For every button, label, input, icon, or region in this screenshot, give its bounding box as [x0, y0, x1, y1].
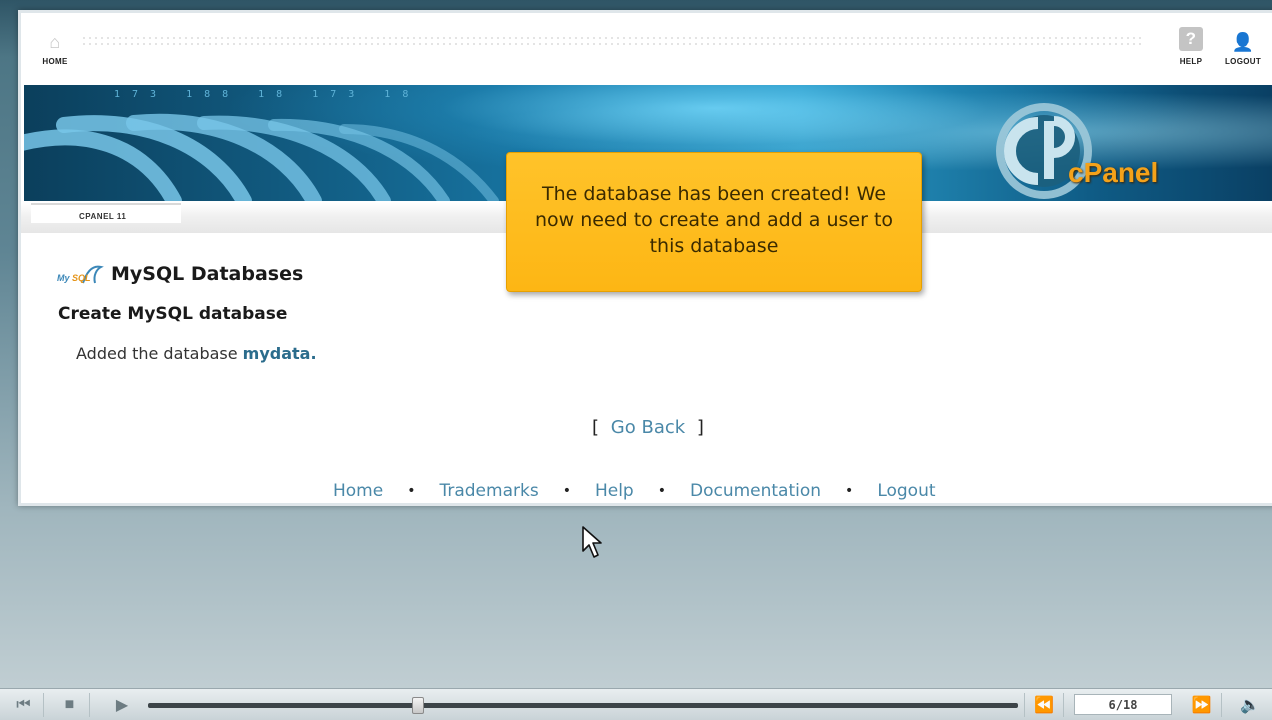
volume-button[interactable]: 🔈 [1230, 693, 1270, 717]
mouse-pointer-icon [582, 526, 602, 558]
top-navigation-bar: ⌂ HOME ? HELP 👤 LOGOUT [21, 13, 1272, 85]
page-title-row: My SQL MySQL Databases [57, 261, 303, 287]
banner-numbers: 173 188 18 173 18 [114, 89, 421, 100]
help-nav-button[interactable]: ? HELP [1173, 27, 1209, 66]
footer-link-home[interactable]: Home [333, 481, 383, 501]
footer-separator: • [562, 483, 571, 499]
video-player-controls: ⏮ ■ ▶ ⏪ 6/18 ⏩ 🔈 [0, 688, 1272, 720]
bracket-open: [ [592, 417, 600, 438]
stop-icon: ■ [64, 696, 75, 713]
mysql-logo-text-my: My [57, 273, 70, 283]
footer-link-help[interactable]: Help [595, 481, 634, 501]
network-cables-graphic [24, 113, 499, 201]
next-slide-button[interactable]: ⏩ [1182, 693, 1222, 717]
play-icon: ▶ [115, 697, 129, 714]
result-suffix: . [310, 344, 317, 363]
tutorial-callout: The database has been created! We now ne… [506, 152, 922, 292]
footer-links: Home • Trademarks • Help • Documentation… [333, 481, 936, 501]
cpanel-brand-text: cPanel [1068, 157, 1159, 188]
go-back-link[interactable]: Go Back [611, 417, 685, 438]
footer-separator: • [407, 483, 416, 499]
logout-nav-button[interactable]: 👤 LOGOUT [1221, 33, 1265, 66]
skip-start-icon: ⏮ [16, 696, 31, 713]
mysql-logo-text-sql: SQL [72, 273, 91, 283]
logout-nav-label: LOGOUT [1224, 57, 1262, 66]
footer-link-documentation[interactable]: Documentation [690, 481, 821, 501]
mysql-logo-icon: My SQL [57, 261, 105, 287]
slide-counter: 6/18 [1074, 694, 1172, 715]
home-nav-label: HOME [42, 57, 68, 66]
version-label: CPANEL 11 [79, 212, 127, 221]
decorative-dot-pattern [81, 35, 1141, 47]
rewind-icon: ⏪ [1034, 697, 1054, 714]
result-message: Added the database mydata. [76, 344, 317, 363]
previous-slide-button[interactable]: ⏪ [1024, 693, 1064, 717]
speaker-icon: 🔈 [1240, 697, 1260, 714]
stop-button[interactable]: ■ [50, 693, 90, 717]
section-title: Create MySQL database [58, 304, 288, 324]
user-icon: 👤 [1231, 32, 1255, 52]
home-icon: ⌂ [49, 32, 61, 52]
help-nav-label: HELP [1179, 57, 1203, 66]
home-nav-button[interactable]: ⌂ HOME [35, 33, 75, 66]
footer-link-trademarks[interactable]: Trademarks [439, 481, 538, 501]
fast-forward-icon: ⏩ [1191, 697, 1212, 714]
page-title: MySQL Databases [111, 263, 304, 285]
skip-to-start-button[interactable]: ⏮ [4, 693, 44, 717]
progress-track[interactable] [148, 703, 1018, 708]
footer-separator: • [657, 483, 666, 499]
go-back-row: [ Go Back ] [21, 417, 1272, 438]
footer-separator: • [845, 483, 854, 499]
footer-link-logout[interactable]: Logout [877, 481, 935, 501]
database-name: mydata [242, 344, 311, 363]
bracket-close: ] [696, 417, 704, 438]
play-button[interactable]: ▶ [102, 693, 142, 717]
progress-slider-thumb[interactable] [411, 697, 424, 714]
help-icon: ? [1179, 27, 1203, 51]
result-prefix: Added the database [76, 344, 243, 363]
